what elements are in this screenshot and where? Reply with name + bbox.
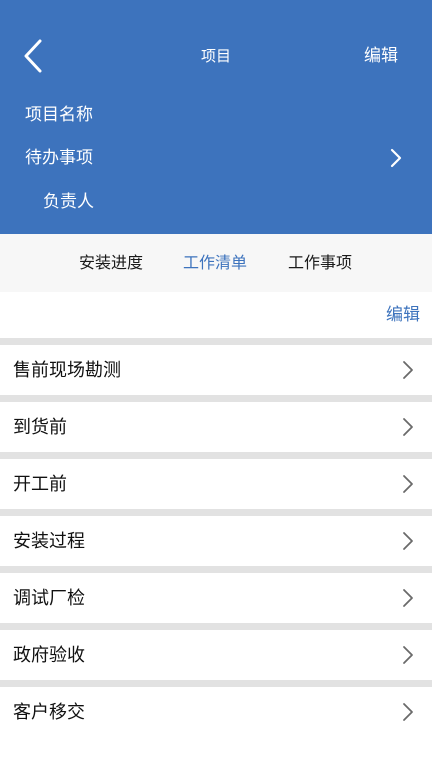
- list-item-label: 安装过程: [13, 531, 85, 552]
- list-item-installation[interactable]: 安装过程: [0, 509, 432, 566]
- todo-label: 待办事项: [25, 148, 93, 168]
- tab-bar: 安装进度 工作清单 工作事项: [0, 234, 432, 292]
- list-item-label: 售前现场勘测: [13, 360, 121, 381]
- chevron-right-icon: [403, 646, 413, 664]
- chevron-right-icon: [403, 589, 413, 607]
- chevron-right-icon: [388, 146, 404, 170]
- list-item-customer-handover[interactable]: 客户移交: [0, 680, 432, 737]
- list-item-label: 调试厂检: [13, 588, 85, 609]
- owner-label: 负责人: [43, 192, 94, 212]
- list-item-commissioning[interactable]: 调试厂检: [0, 566, 432, 623]
- list-item-before-delivery[interactable]: 到货前: [0, 395, 432, 452]
- list-item-government-acceptance[interactable]: 政府验收: [0, 623, 432, 680]
- list-item-label: 政府验收: [13, 645, 85, 666]
- project-header: 项目 编辑 项目名称 待办事项 负责人: [0, 0, 432, 234]
- chevron-right-icon: [403, 418, 413, 436]
- project-name-label: 项目名称: [25, 105, 93, 125]
- tab-install-progress[interactable]: 安装进度: [79, 253, 143, 273]
- list-toolbar: 编辑: [0, 292, 432, 338]
- tab-work-list[interactable]: 工作清单: [183, 253, 247, 273]
- chevron-right-icon: [403, 475, 413, 493]
- stage-list: 售前现场勘测 到货前 开工前 安装过程 调试厂检 政府验收 客户移交: [0, 338, 432, 737]
- list-item-label: 到货前: [13, 417, 67, 438]
- list-item-label: 客户移交: [13, 702, 85, 723]
- list-item-presale-survey[interactable]: 售前现场勘测: [0, 338, 432, 395]
- project-screen: 项目 编辑 项目名称 待办事项 负责人 安装进度 工作清单 工作事项 编辑 售前…: [0, 0, 432, 768]
- chevron-right-icon: [403, 703, 413, 721]
- tab-work-items[interactable]: 工作事项: [288, 253, 352, 273]
- list-item-before-construction[interactable]: 开工前: [0, 452, 432, 509]
- chevron-right-icon: [403, 532, 413, 550]
- chevron-right-icon: [403, 361, 413, 379]
- header-edit-button[interactable]: 编辑: [364, 45, 398, 67]
- list-item-label: 开工前: [13, 474, 67, 495]
- list-edit-button[interactable]: 编辑: [386, 304, 420, 326]
